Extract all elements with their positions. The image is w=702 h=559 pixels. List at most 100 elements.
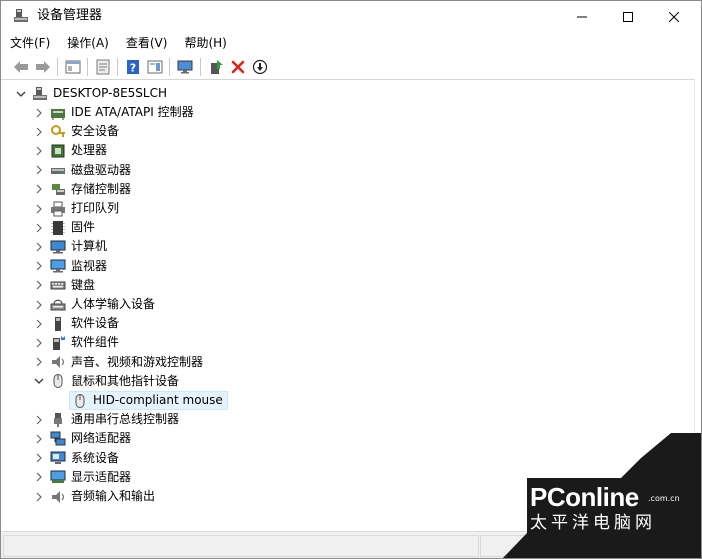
collapse-chevron-icon[interactable]	[15, 84, 27, 103]
security-device-icon	[50, 124, 66, 140]
tree-item-label: 存储控制器	[71, 181, 132, 196]
toolbar: ?	[1, 55, 701, 80]
expand-chevron-icon[interactable]	[33, 410, 45, 429]
tree-item-label: 软件组件	[71, 335, 120, 350]
tree-item-label: 打印队列	[71, 201, 120, 215]
enable-device-button[interactable]	[251, 58, 269, 76]
desktop-computer-icon	[32, 86, 48, 102]
hid-icon	[50, 297, 66, 313]
properties-icon	[96, 59, 110, 75]
tree-root[interactable]: DESKTOP-8E5SLCH	[15, 84, 167, 103]
tree-item-label: 系统设备	[71, 450, 120, 465]
tree-child-item[interactable]: HID-compliant mouse	[49, 391, 228, 410]
expand-chevron-icon[interactable]	[33, 103, 45, 122]
tree-category-item[interactable]: 人体学输入设备	[33, 295, 155, 314]
tree-root-label: DESKTOP-8E5SLCH	[53, 86, 168, 100]
delete-x-icon	[231, 60, 245, 74]
expand-chevron-icon[interactable]	[33, 468, 45, 487]
tree-category-item[interactable]: 处理器	[33, 141, 107, 160]
network-adapter-icon	[50, 431, 66, 447]
help-icon: ?	[127, 60, 139, 75]
tree-category-item[interactable]: 安全设备	[33, 122, 119, 141]
expand-chevron-icon[interactable]	[33, 122, 45, 141]
tree-category-item[interactable]: 鼠标和其他指针设备	[33, 372, 179, 391]
svg-text:?: ?	[130, 62, 136, 75]
help-button[interactable]: ?	[124, 58, 142, 76]
tree-category-item[interactable]: 监视器	[33, 257, 107, 276]
computer-icon	[50, 239, 66, 255]
tree-category-item[interactable]: 计算机	[33, 237, 107, 256]
tree-item-label: 处理器	[71, 143, 108, 158]
tree-category-item[interactable]: 磁盘驱动器	[33, 161, 131, 180]
forward-button[interactable]	[34, 58, 52, 76]
tree-category-item[interactable]: 声音、视频和游戏控制器	[33, 353, 203, 372]
expand-chevron-icon[interactable]	[33, 429, 45, 448]
expand-chevron-icon[interactable]	[33, 218, 45, 237]
uninstall-device-button[interactable]	[229, 58, 247, 76]
tree-item-label: 鼠标和其他指针设备	[71, 373, 180, 388]
expand-chevron-icon[interactable]	[33, 449, 45, 468]
tree-category-item[interactable]: 音频输入和输出	[33, 487, 155, 506]
tree-item-label: 音频输入和输出	[71, 489, 156, 503]
tree-category-item[interactable]: 网络适配器	[33, 429, 131, 448]
tree-item-label: 声音、视频和游戏控制器	[71, 354, 204, 369]
title-bar: 设备管理器	[1, 1, 701, 32]
scan-monitor-icon	[177, 60, 193, 74]
usb-icon	[50, 412, 66, 428]
selected-highlight[interactable]: HID-compliant mouse	[69, 391, 228, 410]
expand-chevron-icon[interactable]	[33, 141, 45, 160]
tree-item-label: 磁盘驱动器	[71, 162, 132, 177]
expand-chevron-icon[interactable]	[33, 487, 45, 506]
expand-chevron-icon[interactable]	[33, 237, 45, 256]
back-arrow-icon	[14, 61, 28, 73]
keyboard-icon	[50, 277, 66, 293]
minimize-button[interactable]	[559, 1, 605, 32]
scan-hardware-button[interactable]	[176, 58, 194, 76]
close-button[interactable]	[651, 1, 697, 32]
show-hide-console-tree-button[interactable]	[64, 58, 82, 76]
menu-view[interactable]: 查看(V)	[117, 32, 176, 54]
tree-item-label: 人体学输入设备	[71, 297, 156, 311]
update-driver-button[interactable]	[207, 58, 225, 76]
firmware-icon	[50, 220, 66, 236]
expand-chevron-icon[interactable]	[33, 161, 45, 180]
tree-category-item[interactable]: 显示适配器	[33, 468, 131, 487]
minimize-icon	[577, 16, 587, 17]
expand-chevron-icon[interactable]	[33, 333, 45, 352]
watermark-subtitle: 太平洋电脑网	[530, 513, 656, 533]
tree-category-item[interactable]: 固件	[33, 218, 95, 237]
tree-category-item[interactable]: 软件组件	[33, 333, 119, 352]
menu-action[interactable]: 操作(A)	[58, 32, 117, 54]
expand-chevron-icon[interactable]	[33, 276, 45, 295]
menu-help[interactable]: 帮助(H)	[175, 32, 234, 54]
maximize-button[interactable]	[605, 1, 651, 32]
expand-chevron-icon[interactable]	[33, 180, 45, 199]
collapse-chevron-icon[interactable]	[33, 372, 45, 391]
expand-chevron-icon[interactable]	[33, 257, 45, 276]
update-driver-icon	[211, 60, 223, 74]
console-tree-icon	[65, 60, 81, 74]
forward-arrow-icon	[36, 61, 50, 73]
display-adapter-icon	[50, 469, 66, 485]
tree-category-item[interactable]: 存储控制器	[33, 180, 131, 199]
menu-file[interactable]: 文件(F)	[1, 32, 58, 54]
expand-chevron-icon[interactable]	[33, 353, 45, 372]
tree-category-item[interactable]: 通用串行总线控制器	[33, 410, 179, 429]
tree-item-label: 键盘	[71, 277, 96, 292]
tree-category-item[interactable]: 软件设备	[33, 314, 119, 333]
tree-item-label: HID-compliant mouse	[93, 393, 223, 407]
properties-button[interactable]	[94, 58, 112, 76]
tree-category-item[interactable]: IDE ATA/ATAPI 控制器	[33, 103, 194, 122]
expand-chevron-icon[interactable]	[33, 199, 45, 218]
tree-category-item[interactable]: 键盘	[33, 276, 95, 295]
tree-category-item[interactable]: 系统设备	[33, 449, 119, 468]
processor-icon	[50, 143, 66, 159]
back-button[interactable]	[12, 58, 30, 76]
expand-chevron-icon[interactable]	[33, 314, 45, 333]
expand-chevron-icon[interactable]	[33, 295, 45, 314]
disk-drive-icon	[50, 162, 66, 178]
window-title: 设备管理器	[37, 8, 103, 23]
status-cell-main	[3, 535, 479, 557]
action-pane-button[interactable]	[146, 58, 164, 76]
tree-category-item[interactable]: 打印队列	[33, 199, 119, 218]
